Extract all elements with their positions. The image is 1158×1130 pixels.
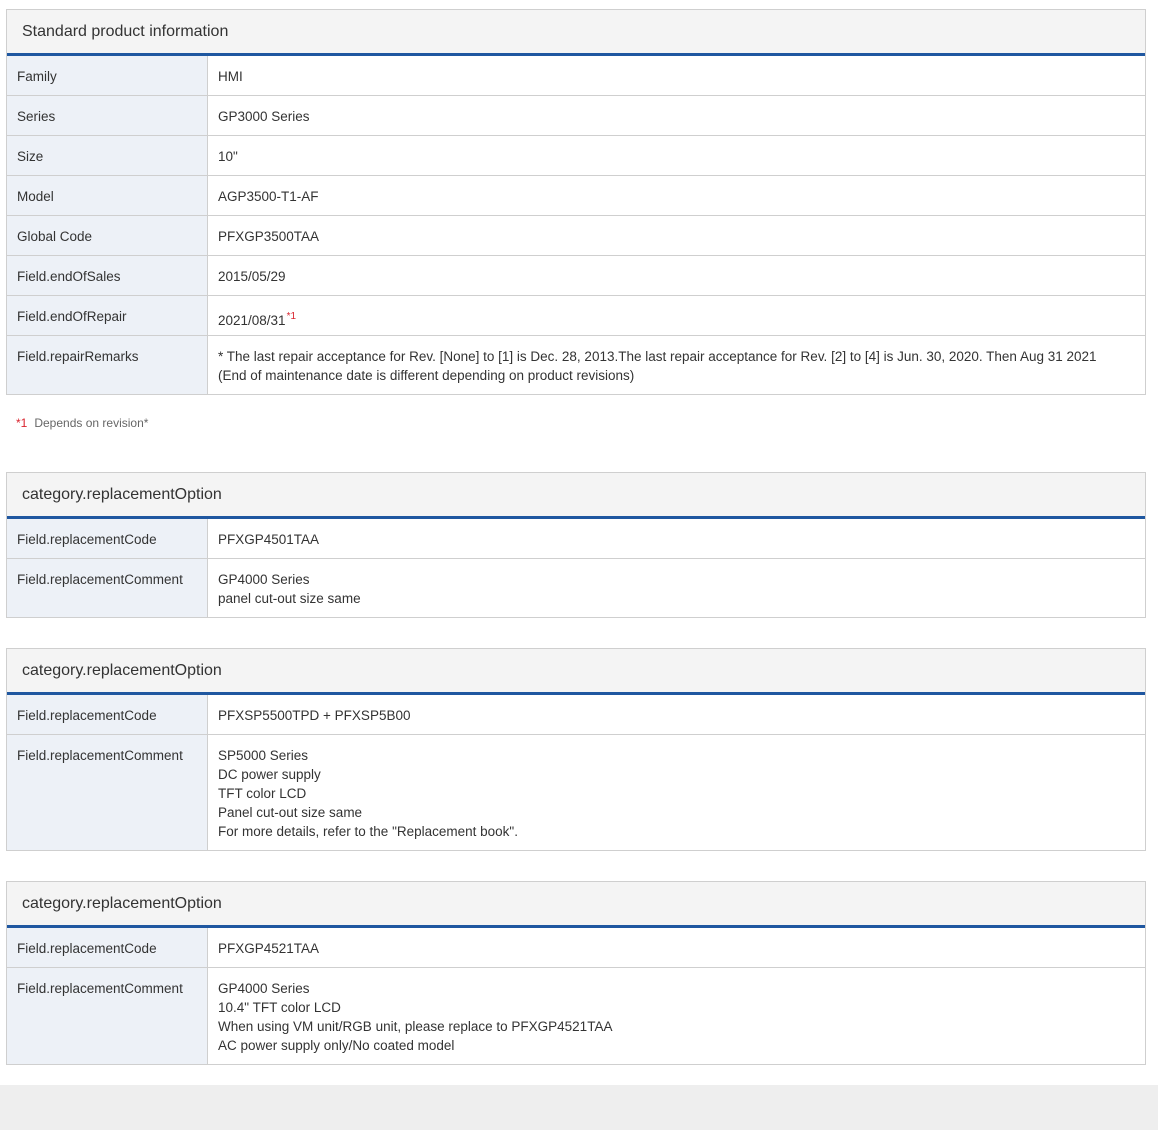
row-value: HMI [218, 69, 243, 84]
standard-info-title: Standard product information [7, 10, 1145, 56]
row-value: GP4000 Series panel cut-out size same [218, 572, 361, 606]
row-label: Series [7, 96, 208, 135]
row-label: Field.endOfSales [7, 256, 208, 295]
standard-info-panel: Standard product information Family HMI … [6, 9, 1146, 395]
replacement-comment-row: Field.replacementComment GP4000 Series p… [7, 558, 1145, 617]
row-value: PFXGP4521TAA [218, 941, 320, 956]
replacement-option-title: category.replacementOption [7, 649, 1145, 695]
row-label: Field.replacementCode [7, 928, 208, 967]
info-row-end-of-repair: Field.endOfRepair 2021/08/31*1 [7, 295, 1145, 335]
row-label: Field.repairRemarks [7, 336, 208, 394]
row-label: Size [7, 136, 208, 175]
replacement-option-panel-1: category.replacementOption Field.replace… [6, 472, 1146, 618]
end-of-repair-date: 2021/08/31 [218, 313, 286, 328]
row-label: Model [7, 176, 208, 215]
row-value: 2015/05/29 [218, 269, 286, 284]
replacement-code-row: Field.replacementCode PFXSP5500TPD + PFX… [7, 695, 1145, 734]
replacement-code-row: Field.replacementCode PFXGP4501TAA [7, 519, 1145, 558]
footnote-reference: *1 [286, 311, 297, 322]
row-value: PFXGP3500TAA [218, 229, 320, 244]
footnote-text: Depends on revision* [34, 416, 149, 430]
info-row-repair-remarks: Field.repairRemarks * The last repair ac… [7, 335, 1145, 394]
row-value: PFXSP5500TPD + PFXSP5B00 [218, 708, 411, 723]
row-label: Field.replacementComment [7, 968, 208, 1064]
row-label: Field.replacementComment [7, 559, 208, 617]
row-value: 10" [218, 149, 238, 164]
row-value: * The last repair acceptance for Rev. [N… [218, 349, 1097, 383]
row-label: Field.replacementComment [7, 735, 208, 850]
row-label: Family [7, 56, 208, 95]
info-row-size: Size 10" [7, 135, 1145, 175]
row-value: GP3000 Series [218, 109, 310, 124]
replacement-option-title: category.replacementOption [7, 473, 1145, 519]
replacement-option-title: category.replacementOption [7, 882, 1145, 928]
row-label: Field.replacementCode [7, 519, 208, 558]
info-row-family: Family HMI [7, 56, 1145, 95]
replacement-comment-row: Field.replacementComment GP4000 Series 1… [7, 967, 1145, 1064]
replacement-option-panel-2: category.replacementOption Field.replace… [6, 648, 1146, 851]
row-value: AGP3500-T1-AF [218, 189, 319, 204]
row-value: GP4000 Series 10.4" TFT color LCD When u… [218, 981, 613, 1053]
footnote: *1 Depends on revision* [16, 416, 148, 430]
row-label: Global Code [7, 216, 208, 255]
row-value: SP5000 Series DC power supply TFT color … [218, 748, 518, 839]
row-value: 2021/08/31*1 [208, 296, 1145, 335]
row-label: Field.endOfRepair [7, 296, 208, 335]
info-row-series: Series GP3000 Series [7, 95, 1145, 135]
footnote-mark: *1 [16, 416, 28, 430]
replacement-comment-row: Field.replacementComment SP5000 Series D… [7, 734, 1145, 850]
page-footer-band [0, 1085, 1158, 1130]
info-row-global-code: Global Code PFXGP3500TAA [7, 215, 1145, 255]
row-value: PFXGP4501TAA [218, 532, 320, 547]
row-label: Field.replacementCode [7, 695, 208, 734]
info-row-end-of-sales: Field.endOfSales 2015/05/29 [7, 255, 1145, 295]
replacement-option-panel-3: category.replacementOption Field.replace… [6, 881, 1146, 1065]
info-row-model: Model AGP3500-T1-AF [7, 175, 1145, 215]
replacement-code-row: Field.replacementCode PFXGP4521TAA [7, 928, 1145, 967]
